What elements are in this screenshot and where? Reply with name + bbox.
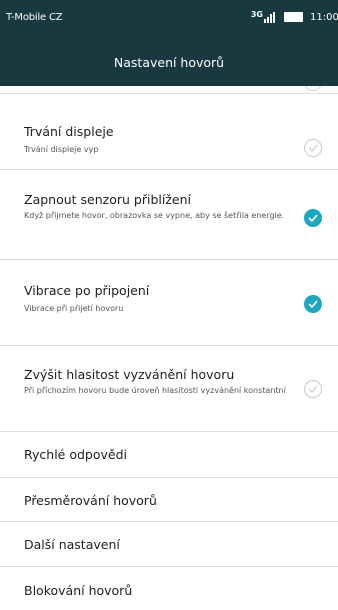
- page-title: Nastavení hovorů: [113, 55, 225, 70]
- setting-display-timeout[interactable]: Trvání displeje Trvání displeje vyp: [0, 94, 338, 170]
- setting-call-forwarding[interactable]: Přesměrování hovorů: [0, 478, 338, 522]
- check-circle-outline-icon[interactable]: [304, 139, 322, 157]
- list-item-partial: [0, 86, 338, 94]
- setting-proximity-sensor[interactable]: Zapnout senzoru přiblížení Když přijmete…: [0, 170, 338, 260]
- setting-vibrate-on-connect[interactable]: Vibrace po připojení Vibrace při přijetí…: [0, 260, 338, 346]
- setting-more-settings[interactable]: Další nastavení: [0, 522, 338, 567]
- signal-icon: [264, 11, 276, 23]
- setting-title: Blokování hovorů: [24, 583, 133, 598]
- clock: 11:00: [310, 11, 338, 23]
- setting-subtitle: Vibrace při přijetí hovoru: [24, 304, 124, 313]
- setting-title: Trvání displeje: [24, 124, 114, 139]
- setting-title: Rychlé odpovědi: [24, 447, 127, 462]
- check-circle-filled-icon[interactable]: [304, 209, 322, 227]
- setting-title: Přesměrování hovorů: [24, 493, 157, 508]
- status-icons: 3G 11:00: [251, 10, 338, 24]
- action-bar: Nastavení hovorů: [0, 40, 338, 86]
- setting-call-blocking[interactable]: Blokování hovorů: [0, 567, 338, 610]
- setting-title: Zapnout senzoru přiblížení: [24, 192, 191, 207]
- carrier-name: T-Mobile CZ: [6, 12, 63, 23]
- check-circle-filled-icon[interactable]: [304, 295, 322, 313]
- check-circle-outline-icon[interactable]: [304, 380, 322, 398]
- settings-list: Trvání displeje Trvání displeje vyp Zapn…: [0, 86, 338, 610]
- setting-quick-replies[interactable]: Rychlé odpovědi: [0, 432, 338, 478]
- check-circle-outline-icon: [304, 86, 322, 91]
- setting-subtitle: Když přijmete hovor, obrazovka se vypne,…: [24, 211, 285, 220]
- setting-title: Vibrace po připojení: [24, 283, 150, 298]
- setting-subtitle: Při příchozím hovoru bude úroveň hlasito…: [24, 386, 286, 395]
- battery-icon: [284, 12, 303, 22]
- network-type: 3G: [250, 9, 263, 19]
- setting-title: Další nastavení: [24, 537, 120, 552]
- setting-subtitle: Trvání displeje vyp: [24, 145, 99, 154]
- status-bar: T-Mobile CZ 3G 11:00: [0, 0, 338, 40]
- setting-title: Zvýšit hlasitost vyzvánění hovoru: [24, 367, 235, 382]
- setting-ringtone-volume[interactable]: Zvýšit hlasitost vyzvánění hovoru Při př…: [0, 346, 338, 432]
